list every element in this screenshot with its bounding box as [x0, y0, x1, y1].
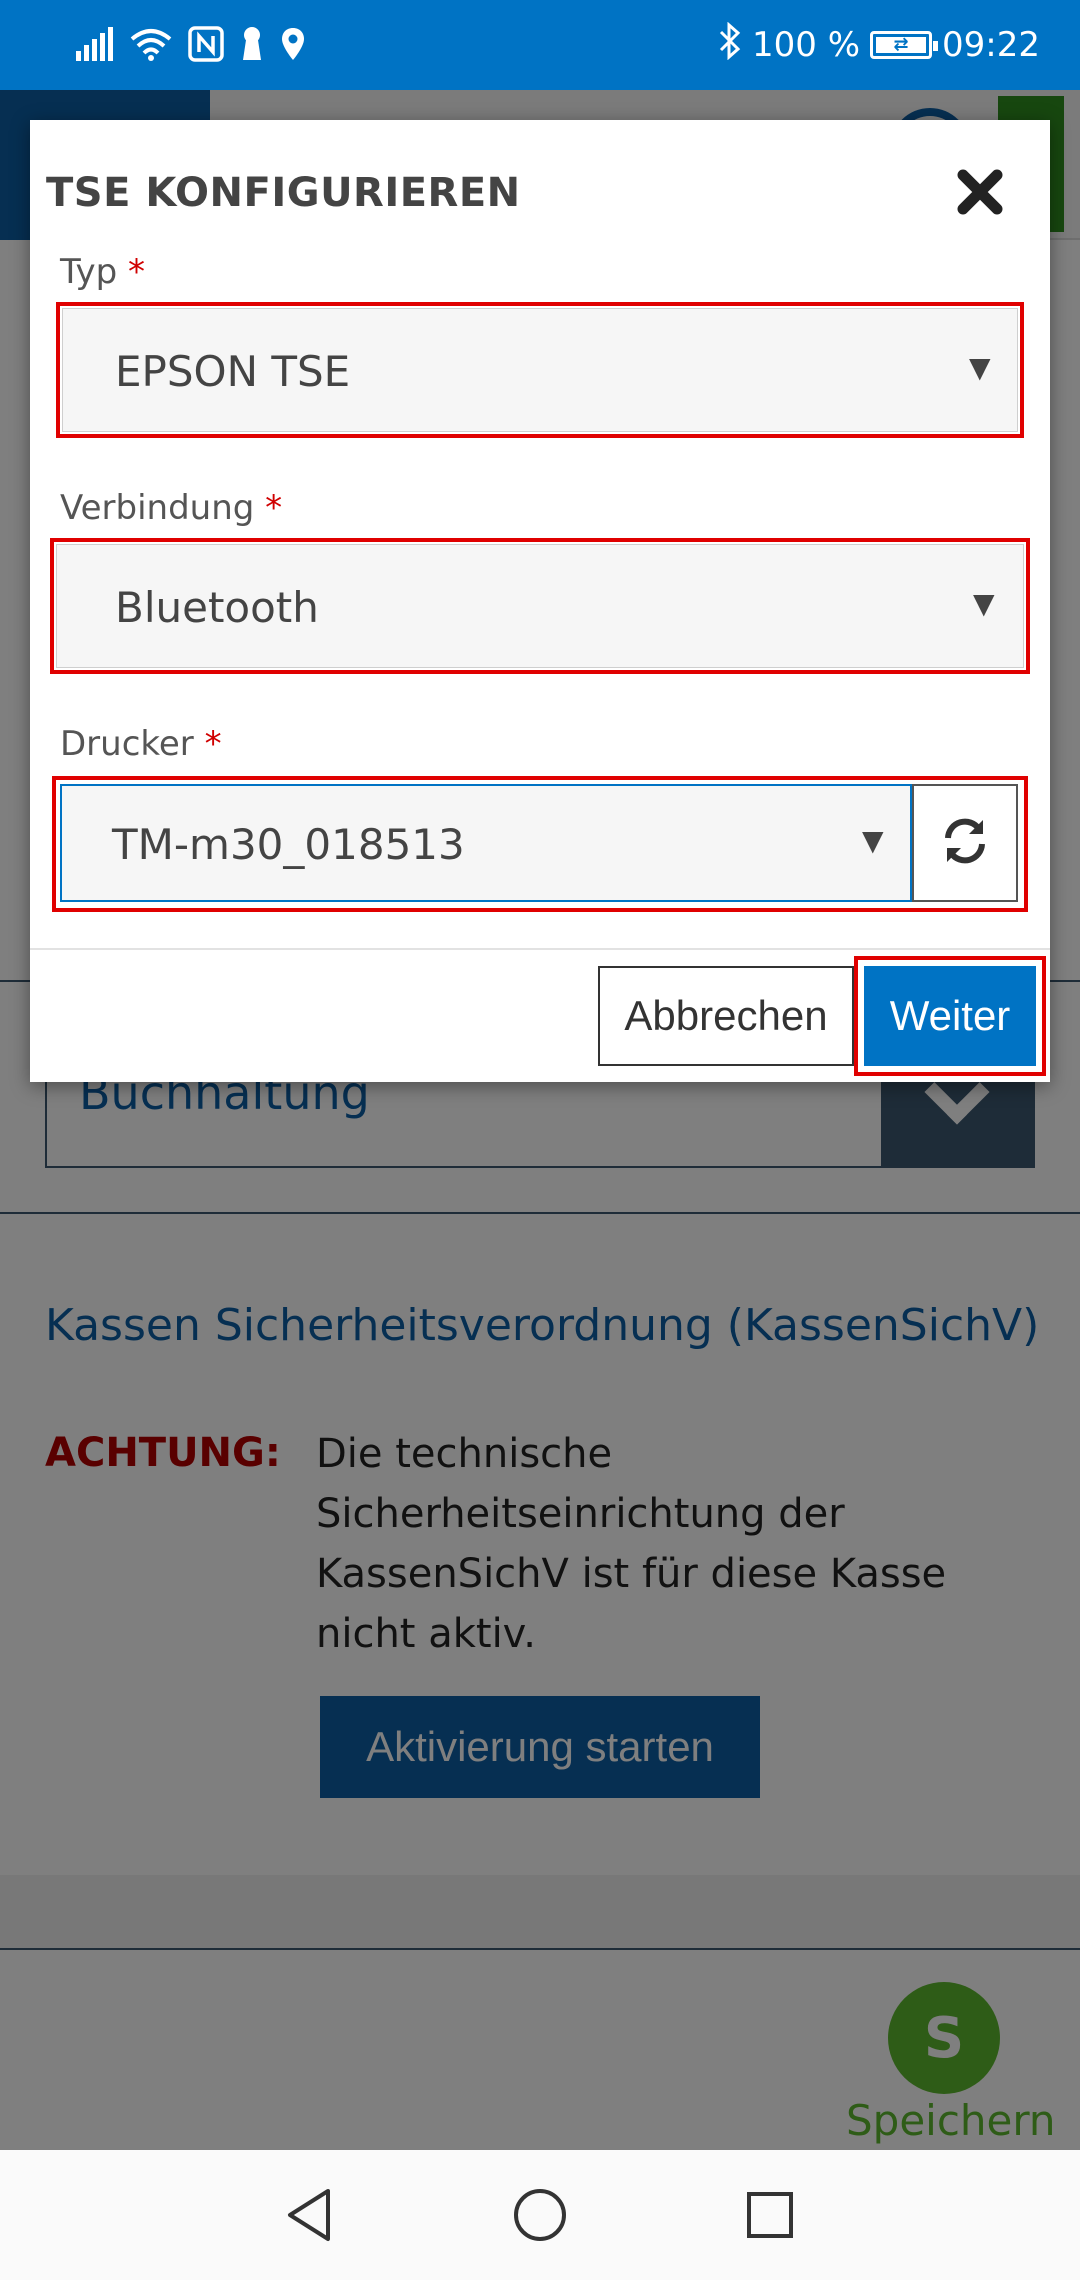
verbindung-label: Verbindung * [60, 488, 283, 528]
clock: 09:22 [942, 25, 1040, 65]
typ-label: Typ * [60, 252, 145, 292]
typ-select[interactable]: EPSON TSE ▼ [62, 308, 1018, 432]
keyhole-icon [240, 26, 264, 66]
cancel-button[interactable]: Abbrechen [598, 966, 854, 1066]
refresh-button[interactable] [912, 784, 1018, 902]
status-icons-right: 100 % ⇄ 09:22 [718, 20, 1040, 70]
tse-config-dialog: TSE KONFIGURIEREN Typ * EPSON TSE ▼ Verb… [30, 120, 1050, 1082]
refresh-icon [940, 816, 990, 870]
battery-charging-icon: ⇄ [870, 31, 939, 59]
drucker-select[interactable]: TM-m30_018513 ▼ [60, 784, 912, 902]
home-icon[interactable] [500, 2180, 580, 2250]
status-bar: 100 % ⇄ 09:22 [0, 0, 1080, 90]
caret-down-icon: ▼ [969, 351, 991, 384]
verbindung-select[interactable]: Bluetooth ▼ [56, 544, 1024, 668]
location-icon [280, 26, 306, 66]
wifi-icon [130, 27, 172, 65]
next-button[interactable]: Weiter [864, 966, 1036, 1066]
verbindung-select-value: Bluetooth [115, 583, 319, 632]
recents-icon[interactable] [730, 2180, 810, 2250]
typ-select-value: EPSON TSE [115, 347, 351, 396]
close-icon[interactable] [952, 164, 1008, 220]
bluetooth-icon [718, 21, 742, 69]
drucker-label: Drucker * [60, 724, 222, 764]
signal-icon [74, 27, 114, 65]
footer-divider [30, 948, 1050, 950]
nfc-icon [188, 26, 224, 66]
navigation-bar [0, 2150, 1080, 2280]
battery-percent: 100 % [752, 25, 861, 65]
drucker-select-value: TM-m30_018513 [112, 820, 465, 869]
back-icon[interactable] [270, 2180, 350, 2250]
status-icons-left [74, 24, 306, 68]
caret-down-icon: ▼ [862, 824, 884, 857]
dialog-title: TSE KONFIGURIEREN [46, 170, 521, 216]
caret-down-icon: ▼ [973, 587, 995, 620]
